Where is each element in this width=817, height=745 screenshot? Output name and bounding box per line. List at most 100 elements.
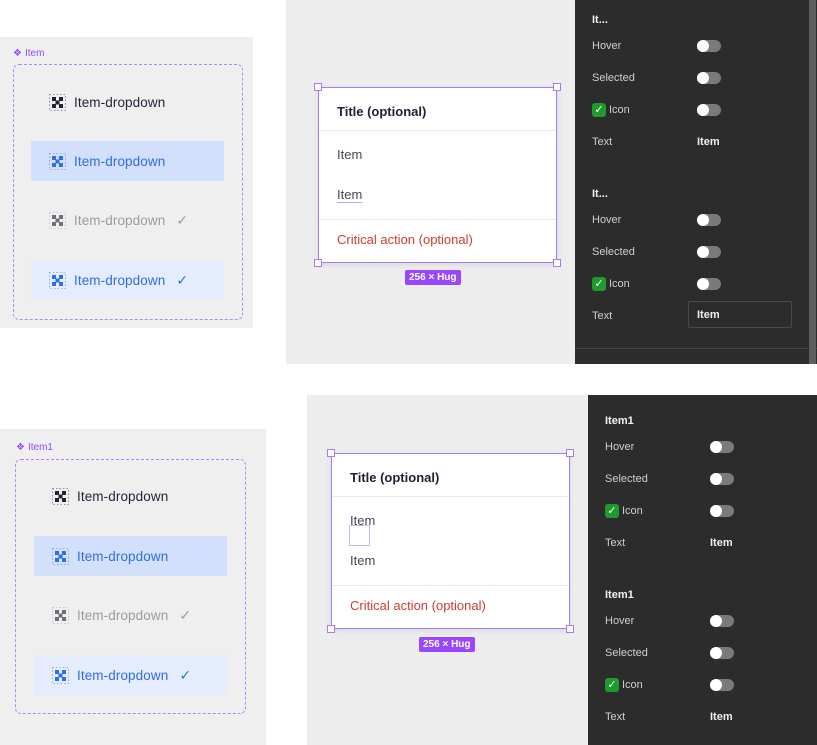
property-hover: Hover bbox=[592, 30, 792, 62]
variant-selected[interactable]: Item-dropdown ✓ bbox=[34, 655, 227, 695]
component-placeholder-icon bbox=[52, 606, 69, 624]
toggle-knob bbox=[697, 104, 709, 116]
property-label: Hover bbox=[592, 214, 622, 226]
menu-divider bbox=[319, 219, 556, 220]
toggle-knob bbox=[710, 505, 722, 517]
icon-toggle[interactable] bbox=[697, 278, 721, 290]
property-hover: Hover bbox=[592, 204, 792, 236]
variant-disabled-selected[interactable]: Item-dropdown ✓ bbox=[31, 200, 224, 240]
checkmark-icon: ✓ bbox=[176, 271, 189, 288]
resize-handle-bottom-right[interactable] bbox=[566, 625, 574, 633]
toggle-knob bbox=[710, 647, 722, 659]
component-set-label[interactable]: ❖ Item bbox=[13, 48, 44, 59]
component-set-label[interactable]: ❖ Item1 bbox=[16, 442, 53, 453]
scrollbar[interactable] bbox=[809, 0, 816, 364]
component-placeholder-icon bbox=[52, 666, 69, 684]
resize-handle-bottom-left[interactable] bbox=[314, 259, 322, 267]
component-placeholder-icon bbox=[49, 152, 66, 170]
component-placeholder-icon bbox=[52, 547, 69, 565]
property-selected: Selected bbox=[605, 637, 805, 669]
check-mark-emoji-icon: ✓ bbox=[592, 277, 606, 291]
property-label: Selected bbox=[592, 246, 635, 258]
resize-handle-bottom-right[interactable] bbox=[553, 259, 561, 267]
canvas-area[interactable]: Title (optional) Item Item Critical acti… bbox=[307, 395, 589, 745]
icon-toggle[interactable] bbox=[710, 679, 734, 691]
text-property-value[interactable]: Item bbox=[710, 711, 733, 723]
dropdown-menu-frame[interactable]: Title (optional) Item Item Critical acti… bbox=[314, 83, 561, 267]
menu-title: Title (optional) bbox=[350, 470, 440, 485]
menu-divider bbox=[332, 585, 569, 586]
toggle-knob bbox=[697, 214, 709, 226]
variant-label: Item-dropdown bbox=[74, 153, 166, 169]
instance-name: It... bbox=[592, 188, 608, 200]
icon-toggle[interactable] bbox=[697, 104, 721, 116]
checkmark-icon: ✓ bbox=[179, 666, 192, 683]
selected-toggle[interactable] bbox=[710, 473, 734, 485]
component-set-name: Item1 bbox=[27, 442, 53, 453]
property-icon: ✓ Icon bbox=[592, 268, 792, 300]
property-icon: ✓ Icon bbox=[592, 94, 792, 126]
component-placeholder-icon bbox=[52, 487, 69, 505]
variant-label: Item-dropdown bbox=[74, 94, 166, 110]
component-icon: ❖ bbox=[13, 47, 22, 59]
component-placeholder-icon bbox=[49, 271, 66, 289]
property-label: Hover bbox=[592, 40, 622, 52]
property-label-wrap: ✓ Icon bbox=[592, 103, 697, 117]
menu-item[interactable]: Item bbox=[337, 147, 362, 162]
property-icon: ✓ Icon bbox=[605, 669, 805, 701]
variant-default[interactable]: Item-dropdown bbox=[34, 476, 227, 516]
instance-properties: Item1 Hover Selected ✓ Icon Text Item bbox=[605, 415, 805, 559]
property-selected: Selected bbox=[605, 463, 805, 495]
toggle-knob bbox=[697, 278, 709, 290]
variant-default[interactable]: Item-dropdown bbox=[31, 82, 224, 122]
selected-toggle[interactable] bbox=[697, 72, 721, 84]
menu-critical-action[interactable]: Critical action (optional) bbox=[337, 232, 473, 247]
instance-name: Item1 bbox=[605, 415, 634, 427]
selected-toggle[interactable] bbox=[710, 647, 734, 659]
property-label: Text bbox=[592, 136, 613, 148]
menu-title: Title (optional) bbox=[337, 104, 427, 119]
hover-toggle[interactable] bbox=[710, 615, 734, 627]
menu-item[interactable]: Item bbox=[337, 187, 362, 202]
variant-label: Item-dropdown bbox=[77, 667, 169, 683]
resize-handle-top-left[interactable] bbox=[327, 449, 335, 457]
property-label: Selected bbox=[605, 647, 648, 659]
resize-handle-top-left[interactable] bbox=[314, 83, 322, 91]
resize-handle-top-right[interactable] bbox=[566, 449, 574, 457]
checkmark-icon: ✓ bbox=[176, 211, 189, 228]
property-label-wrap: ✓ Icon bbox=[605, 504, 710, 518]
variant-selected[interactable]: Item-dropdown ✓ bbox=[31, 260, 224, 300]
instance-properties: It... Hover Selected ✓ Icon Text Item bbox=[592, 188, 792, 332]
properties-panel: Item1 Hover Selected ✓ Icon Text Item It… bbox=[588, 395, 817, 745]
selected-toggle[interactable] bbox=[697, 246, 721, 258]
resize-handle-top-right[interactable] bbox=[553, 83, 561, 91]
toggle-knob bbox=[697, 40, 709, 52]
hover-toggle[interactable] bbox=[710, 441, 734, 453]
icon-toggle[interactable] bbox=[710, 505, 734, 517]
size-badge: 256 × Hug bbox=[405, 270, 461, 285]
property-text: Text Item bbox=[605, 527, 805, 559]
text-property-value[interactable]: Item bbox=[697, 136, 720, 148]
dropdown-menu-frame[interactable]: Title (optional) Item Item Critical acti… bbox=[327, 449, 574, 633]
toggle-knob bbox=[710, 473, 722, 485]
property-label: Icon bbox=[622, 505, 643, 517]
menu-item[interactable]: Item bbox=[350, 553, 375, 568]
variant-disabled-selected[interactable]: Item-dropdown ✓ bbox=[34, 595, 227, 635]
canvas-area[interactable]: Title (optional) Item Item Critical acti… bbox=[286, 0, 575, 364]
hover-toggle[interactable] bbox=[697, 214, 721, 226]
variant-label: Item-dropdown bbox=[77, 607, 169, 623]
variant-hover[interactable]: Item-dropdown bbox=[31, 141, 224, 181]
menu-divider bbox=[319, 130, 556, 131]
text-property-value[interactable]: Item bbox=[710, 537, 733, 549]
hover-toggle[interactable] bbox=[697, 40, 721, 52]
property-text: Text Item bbox=[605, 701, 805, 733]
variant-set-item: ❖ Item Item-dropdown Item-dropdown Item-… bbox=[0, 37, 253, 328]
resize-handle-bottom-left[interactable] bbox=[327, 625, 335, 633]
variant-label: Item-dropdown bbox=[77, 488, 169, 504]
menu-critical-action[interactable]: Critical action (optional) bbox=[350, 598, 486, 613]
variant-hover[interactable]: Item-dropdown bbox=[34, 536, 227, 576]
text-property-input[interactable]: Item bbox=[688, 301, 792, 328]
property-label: Icon bbox=[609, 278, 630, 290]
component-set-name: Item bbox=[24, 48, 45, 59]
variant-label: Item-dropdown bbox=[74, 212, 166, 228]
